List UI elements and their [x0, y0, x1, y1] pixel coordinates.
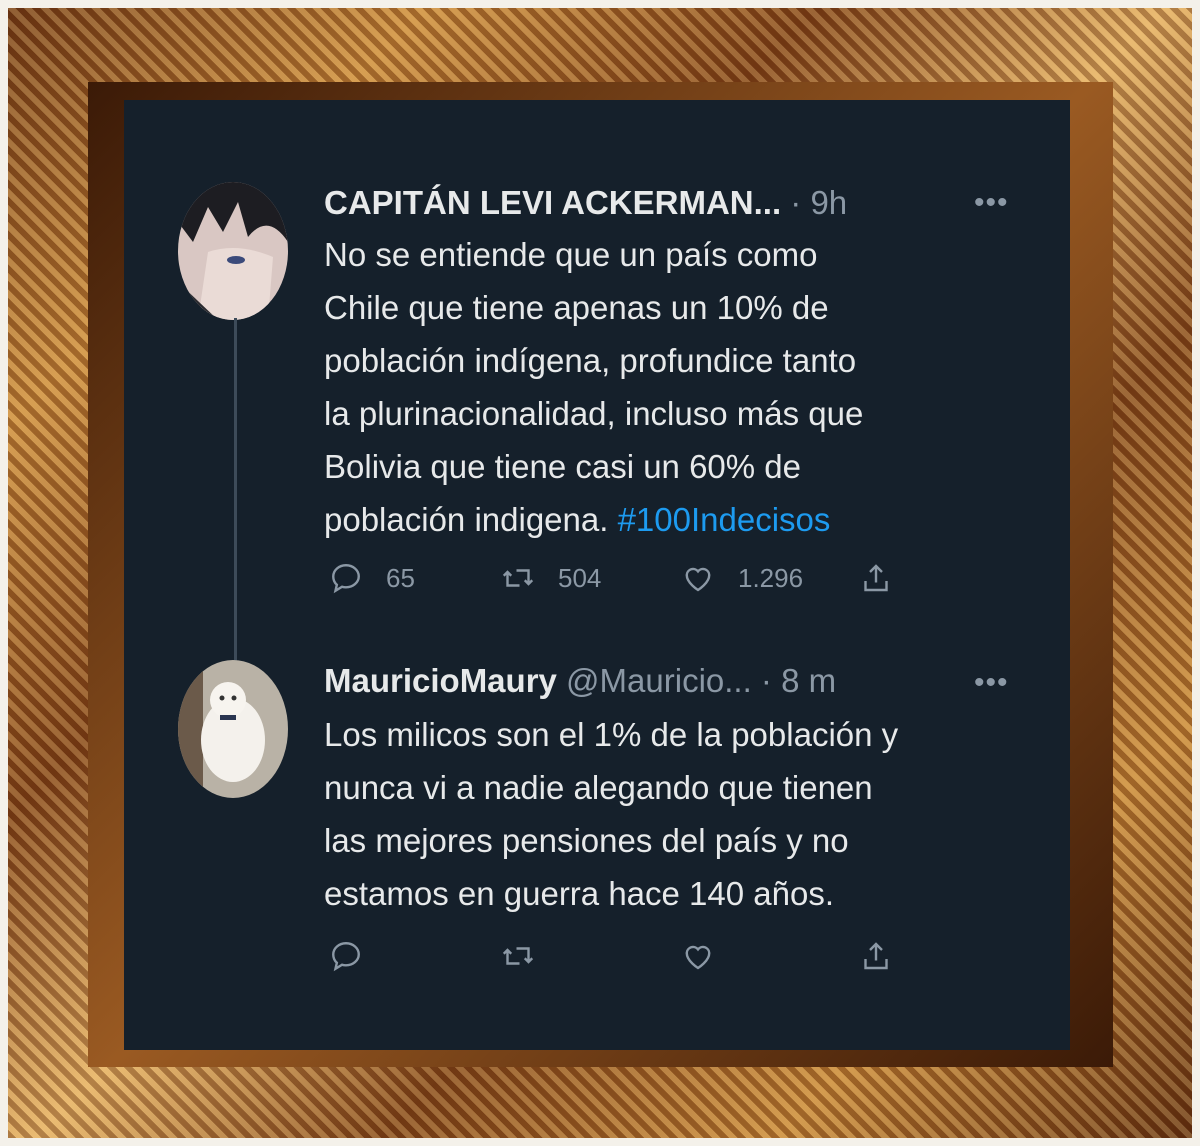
tweet-text-line: la plurinacionalidad, incluso más que	[324, 395, 864, 432]
tweet-text: Los milicos son el 1% de la población y …	[324, 708, 1044, 920]
like-count: 1.296	[738, 562, 804, 593]
display-name[interactable]: MauricioMaury	[324, 662, 557, 699]
tweet-text-fragment: población indigena.	[324, 501, 618, 538]
share-button[interactable]	[858, 938, 916, 974]
retweet-count: 504	[558, 562, 602, 593]
retweet-button[interactable]	[500, 938, 558, 974]
tweet-text-line: las mejores pensiones del país y no	[324, 822, 849, 859]
retweet-icon	[502, 947, 534, 965]
tweet-text-line: nunca vi a nadie alegando que tienen	[324, 769, 873, 806]
avatar-mauricio[interactable]	[178, 660, 288, 798]
tweet-actions: 65 504 1.296	[328, 560, 908, 600]
more-icon[interactable]: •••	[974, 666, 1009, 700]
like-icon	[685, 567, 711, 592]
share-icon	[864, 564, 888, 592]
timestamp[interactable]: · 8 m	[752, 662, 836, 699]
retweet-icon	[502, 569, 534, 587]
timestamp[interactable]: · 9h	[781, 184, 847, 221]
like-button[interactable]: 1.296	[680, 560, 803, 596]
like-icon	[685, 945, 711, 970]
tweet-text-line: población indígena, profundice tanto	[324, 342, 857, 379]
tweet-text: No se entiende que un país como Chile qu…	[324, 228, 1044, 546]
share-icon	[864, 942, 888, 970]
display-name[interactable]: CAPITÁN LEVI ACKERMAN...	[324, 184, 781, 221]
tweet-text-line: No se entiende que un país como	[324, 236, 818, 273]
reply-button[interactable]: 65	[328, 560, 415, 596]
share-button[interactable]	[858, 560, 916, 596]
tweet-text-line: Chile que tiene apenas un 10% de	[324, 289, 829, 326]
tweet-text-line: Bolivia que tiene casi un 60% de	[324, 448, 801, 485]
tweet-actions	[328, 938, 908, 978]
tweet-text-line: población indigena. #100Indecisos	[324, 493, 1044, 546]
reply-button[interactable]	[328, 938, 386, 974]
reply-count: 65	[386, 562, 415, 593]
more-icon[interactable]: •••	[974, 186, 1009, 220]
tweet-thread-card: CAPITÁN LEVI ACKERMAN... · 9h ••• No se …	[124, 100, 1070, 1050]
tweet-text-line: estamos en guerra hace 140 años.	[324, 875, 835, 912]
retweet-button[interactable]: 504	[500, 560, 601, 596]
user-handle[interactable]: @Mauricio...	[557, 662, 752, 699]
avatar-levi[interactable]	[178, 182, 288, 320]
tweet-header: CAPITÁN LEVI ACKERMAN... · 9h	[324, 184, 847, 222]
reply-icon	[332, 942, 360, 972]
reply-icon	[332, 564, 360, 594]
tweet-text-line: Los milicos son el 1% de la población y	[324, 716, 899, 753]
like-button[interactable]	[680, 938, 738, 974]
tweet-header: MauricioMaury @Mauricio... · 8 m	[324, 662, 836, 700]
hashtag-link[interactable]: #100Indecisos	[618, 501, 831, 538]
